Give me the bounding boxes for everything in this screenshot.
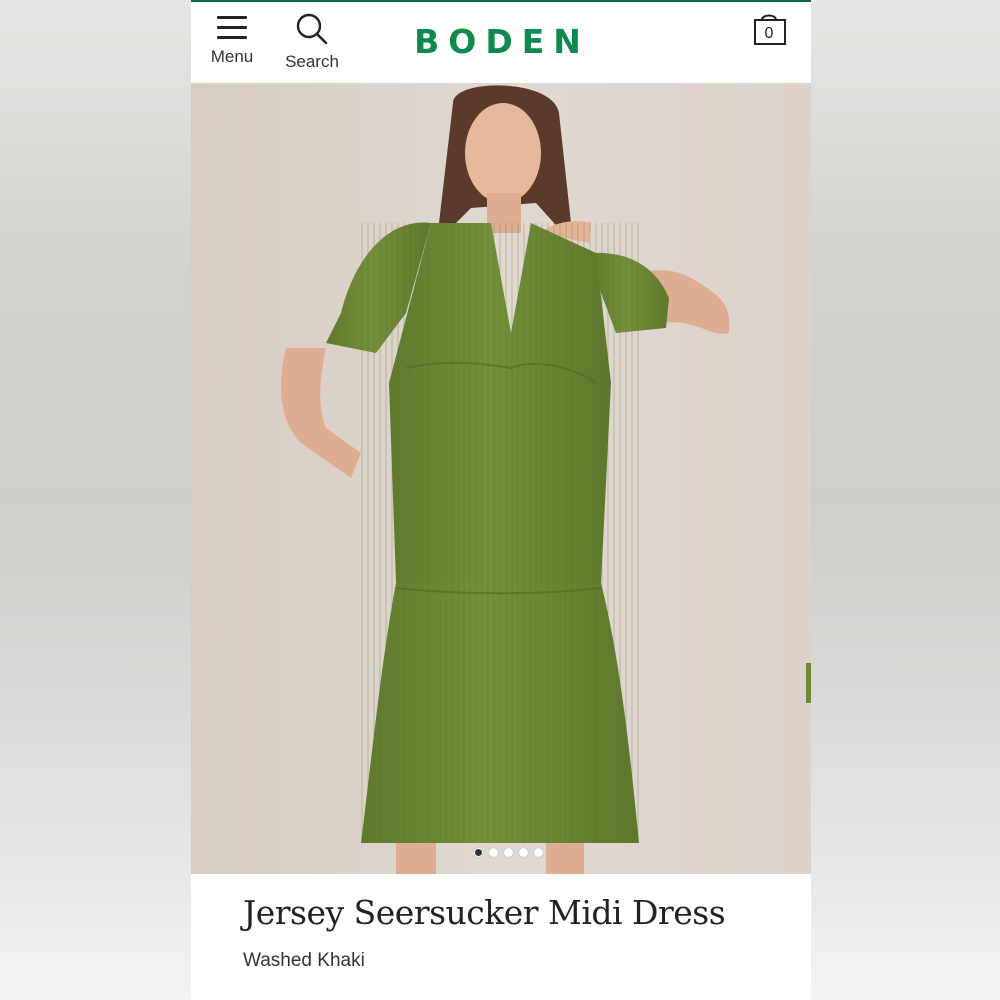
menu-label: Menu xyxy=(210,47,254,66)
bag-count: 0 xyxy=(764,25,774,42)
carousel-dot[interactable] xyxy=(503,848,513,857)
shopping-bag-button[interactable]: 0 xyxy=(751,12,791,52)
search-button[interactable]: Search xyxy=(277,12,347,76)
carousel-dot[interactable] xyxy=(533,848,543,857)
carousel-dots xyxy=(191,848,811,858)
mobile-page: Menu Search BODEN 0 Jersey Seersucker Mi… xyxy=(191,0,811,1000)
right-backdrop xyxy=(811,0,1000,1000)
search-icon xyxy=(296,13,328,45)
brand-logo[interactable]: BODEN xyxy=(412,22,592,61)
product-hero-image[interactable] xyxy=(191,83,811,874)
carousel-dot[interactable] xyxy=(518,848,528,857)
carousel-dot[interactable] xyxy=(488,848,498,857)
search-label: Search xyxy=(285,52,339,71)
hamburger-icon xyxy=(217,15,247,41)
product-colour: Washed Khaki xyxy=(243,950,365,971)
left-backdrop xyxy=(0,0,191,1000)
carousel-dot[interactable] xyxy=(473,848,483,857)
product-title: Jersey Seersucker Midi Dress xyxy=(243,893,726,932)
menu-button[interactable]: Menu xyxy=(197,12,267,76)
site-header: Menu Search BODEN 0 xyxy=(191,2,811,83)
product-photo xyxy=(191,83,811,874)
